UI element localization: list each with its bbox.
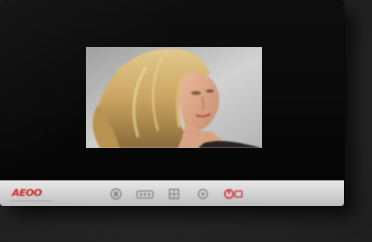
displayed-photo[interactable] — [86, 47, 262, 148]
grid-icon[interactable] — [164, 186, 184, 202]
screen — [0, 0, 344, 180]
settings-icon[interactable] — [193, 186, 213, 202]
digital-photo-frame: AEOO — [0, 0, 344, 206]
portrait-image — [86, 47, 262, 148]
brand-underline — [10, 200, 52, 202]
stage: AEOO — [0, 0, 372, 242]
power-icon[interactable] — [222, 186, 244, 202]
menu-icon[interactable] — [106, 186, 126, 202]
brand-logo: AEOO — [12, 188, 42, 199]
wifi-icon[interactable] — [135, 186, 155, 202]
bottom-bezel: AEOO — [0, 180, 344, 206]
control-buttons — [106, 186, 222, 202]
